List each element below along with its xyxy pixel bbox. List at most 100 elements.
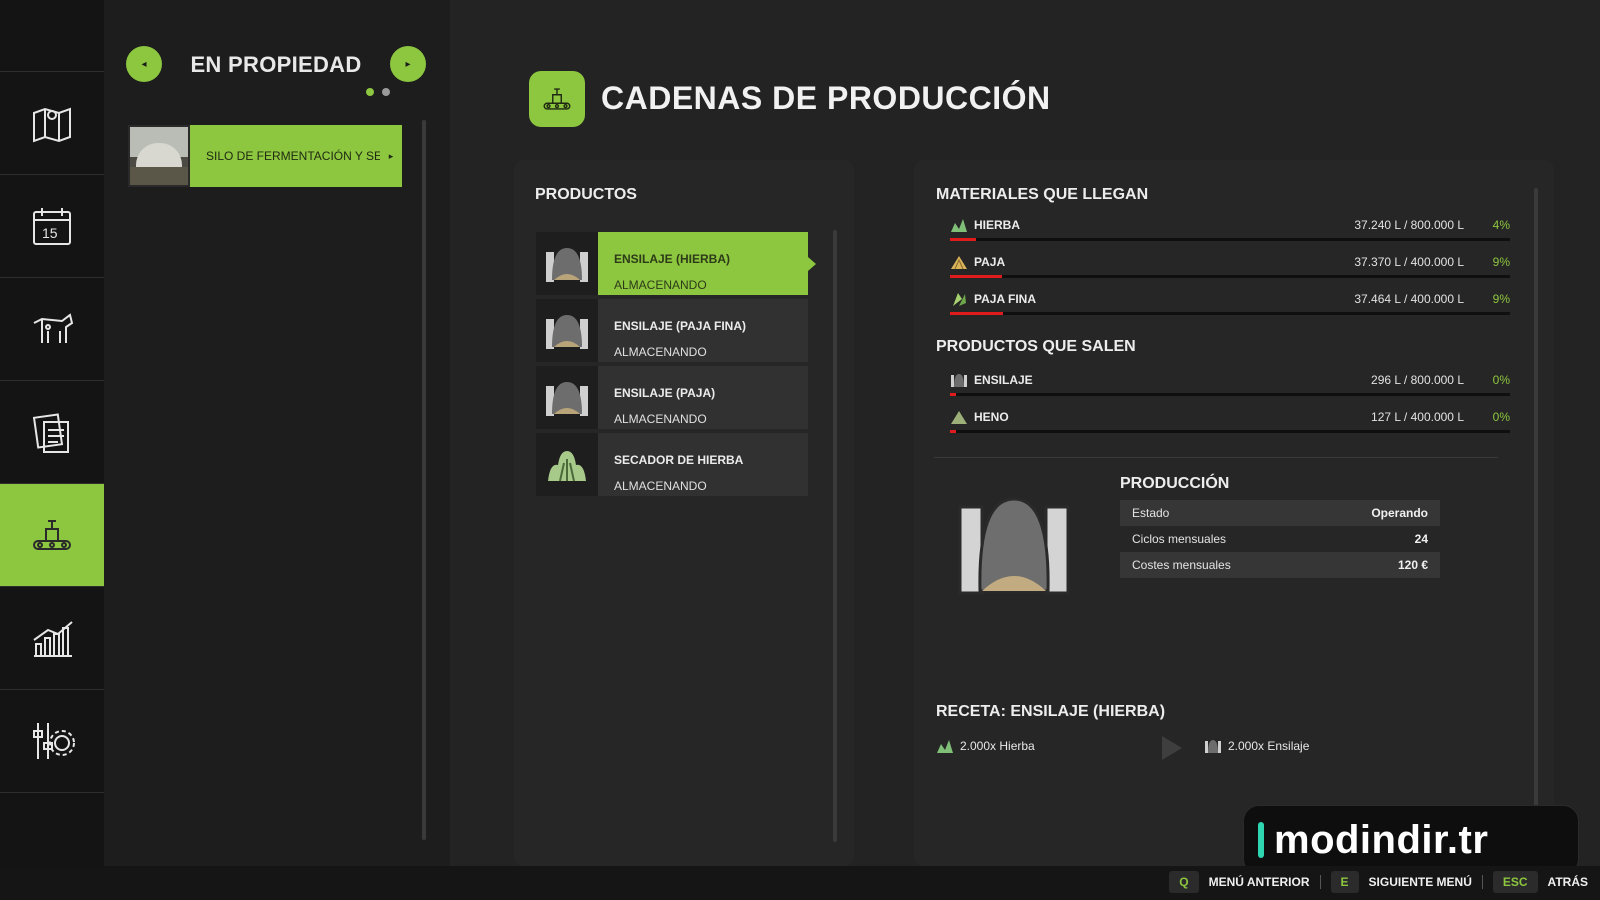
sidebar-item-calendar[interactable]: 15 xyxy=(0,175,104,278)
recipe-output: 2.000x Ensilaje xyxy=(1204,738,1309,754)
info-label: Costes mensuales xyxy=(1132,558,1231,572)
grass-dryer-icon xyxy=(536,433,598,496)
production-title-icon xyxy=(529,71,585,127)
product-status: ALMACENANDO xyxy=(614,278,707,292)
production-heading: PRODUCCIÓN xyxy=(1120,475,1230,492)
sidebar-item-animals[interactable] xyxy=(0,278,104,381)
incoming-row: HIERBA 37.240 L / 800.000 L 4% xyxy=(950,216,1510,244)
product-status: ALMACENANDO xyxy=(614,479,707,493)
page-title: CADENAS DE PRODUCCIÓN xyxy=(601,80,1051,116)
outgoing-heading: PRODUCTOS QUE SALEN xyxy=(936,338,1136,355)
key-e[interactable]: E xyxy=(1330,871,1359,893)
material-fill xyxy=(950,430,956,433)
silage-small-icon xyxy=(1205,740,1221,753)
chevron-left-icon: ◂ xyxy=(141,58,147,70)
outgoing-row: HENO 127 L / 400.000 L 0% xyxy=(950,408,1510,436)
recipe-heading: RECETA: ENSILAJE (HIERBA) xyxy=(936,703,1166,720)
material-qty: 37.464 L / 400.000 L xyxy=(1354,292,1464,306)
silage-production-icon xyxy=(958,497,1070,595)
chaff-icon xyxy=(953,293,966,306)
silo-thumbnail xyxy=(128,125,190,187)
details-scrollbar[interactable] xyxy=(1534,188,1538,838)
owned-header: ◂ EN PROPIEDAD ▸ xyxy=(126,46,426,82)
owned-next-button[interactable]: ▸ xyxy=(390,46,426,82)
app-root: 15 ◂ EN PROPIEDAD ▸ SILO DE FERMENTACIÓN… xyxy=(0,0,1600,900)
sidebar-item-production[interactable] xyxy=(0,484,112,587)
main-sidebar: 15 xyxy=(0,0,112,866)
info-value: Operando xyxy=(1371,506,1428,520)
material-qty: 37.370 L / 400.000 L xyxy=(1354,255,1464,269)
material-fill-bar xyxy=(950,393,1510,396)
material-pct: 4% xyxy=(1492,218,1510,232)
product-name: ENSILAJE (HIERBA) xyxy=(614,252,731,266)
material-qty: 296 L / 800.000 L xyxy=(1371,373,1464,387)
settings-icon xyxy=(33,723,75,759)
chevron-right-icon xyxy=(808,257,816,271)
map-icon xyxy=(33,107,71,143)
product-item[interactable]: ENSILAJE (PAJA) ALMACENANDO xyxy=(536,366,808,429)
stats-icon xyxy=(33,621,73,657)
page-dot-1[interactable] xyxy=(366,88,374,96)
hint-prev-menu[interactable]: MENÚ ANTERIOR xyxy=(1209,875,1310,889)
incoming-heading: MATERIALES QUE LLEGAN xyxy=(936,186,1149,203)
material-qty: 37.240 L / 800.000 L xyxy=(1354,218,1464,232)
sidebar-item-map[interactable] xyxy=(0,72,104,175)
calendar-icon: 15 xyxy=(33,208,71,245)
hint-separator xyxy=(1481,875,1483,889)
owned-item-label: SILO DE FERMENTACIÓN Y SEC xyxy=(206,149,391,163)
key-esc[interactable]: ESC xyxy=(1492,871,1538,893)
owned-item-arrow-icon: ▸ xyxy=(380,125,402,187)
sidebar-item-contracts[interactable] xyxy=(0,381,104,484)
material-qty: 127 L / 400.000 L xyxy=(1371,410,1464,424)
chevron-right-icon: ▸ xyxy=(405,58,411,70)
material-fill-bar xyxy=(950,430,1510,433)
material-pct: 0% xyxy=(1492,410,1510,424)
sidebar-item-settings[interactable] xyxy=(0,690,104,793)
material-name: HIERBA xyxy=(974,218,1021,232)
info-row-status: Estado Operando xyxy=(1120,500,1440,526)
key-hints: Q MENÚ ANTERIOR E SIGUIENTE MENÚ ESC ATR… xyxy=(1169,871,1588,893)
material-fill xyxy=(950,275,1003,278)
watermark: modindir.tr xyxy=(1243,805,1579,875)
page-dot-2[interactable] xyxy=(382,88,390,96)
info-value: 24 xyxy=(1414,532,1428,546)
sidebar-item-statistics[interactable] xyxy=(0,587,104,690)
sidebar-top xyxy=(0,0,104,72)
material-name: PAJA xyxy=(974,255,1006,269)
products-scrollbar[interactable] xyxy=(833,230,837,842)
silage-small-icon xyxy=(951,374,967,387)
incoming-row: PAJA FINA 37.464 L / 400.000 L 9% xyxy=(950,290,1510,318)
product-name: ENSILAJE (PAJA) xyxy=(614,386,716,400)
material-fill-bar xyxy=(950,312,1510,315)
grass-icon xyxy=(951,219,967,232)
silage-icon xyxy=(536,232,598,295)
material-fill-bar xyxy=(950,275,1510,278)
info-label: Ciclos mensuales xyxy=(1132,532,1227,546)
documents-icon xyxy=(32,413,69,453)
material-pct: 9% xyxy=(1492,255,1510,269)
material-name: ENSILAJE xyxy=(974,373,1033,387)
hint-back[interactable]: ATRÁS xyxy=(1548,875,1588,889)
section-divider xyxy=(934,457,1498,458)
owned-title: EN PROPIEDAD xyxy=(190,52,362,77)
material-fill xyxy=(950,312,1003,315)
grass-icon xyxy=(937,740,953,753)
key-q[interactable]: Q xyxy=(1169,871,1199,893)
outgoing-row: ENSILAJE 296 L / 800.000 L 0% xyxy=(950,371,1510,399)
owned-item-silo[interactable]: SILO DE FERMENTACIÓN Y SEC ▸ xyxy=(128,125,402,187)
owned-page-dots xyxy=(366,88,390,96)
products-panel: PRODUCTOS ENSILAJE (HIERBA) ALMACENANDO E… xyxy=(514,160,854,866)
product-item[interactable]: SECADOR DE HIERBA ALMACENANDO xyxy=(536,433,808,496)
production-info-table: Estado Operando Ciclos mensuales 24 Costes… xyxy=(1120,500,1440,578)
recipe-input-label: 2.000x Hierba xyxy=(960,739,1035,753)
calendar-day-label: 15 xyxy=(42,225,58,241)
info-label: Estado xyxy=(1132,506,1170,520)
owned-scrollbar[interactable] xyxy=(422,120,426,840)
cow-icon xyxy=(33,313,74,343)
products-list: ENSILAJE (HIERBA) ALMACENANDO ENSILAJE (P… xyxy=(536,232,816,500)
product-item[interactable]: ENSILAJE (PAJA FINA) ALMACENANDO xyxy=(536,299,808,362)
material-name: PAJA FINA xyxy=(974,292,1037,306)
owned-prev-button[interactable]: ◂ xyxy=(126,46,162,82)
hint-next-menu[interactable]: SIGUIENTE MENÚ xyxy=(1369,875,1472,889)
product-item[interactable]: ENSILAJE (HIERBA) ALMACENANDO xyxy=(536,232,816,295)
